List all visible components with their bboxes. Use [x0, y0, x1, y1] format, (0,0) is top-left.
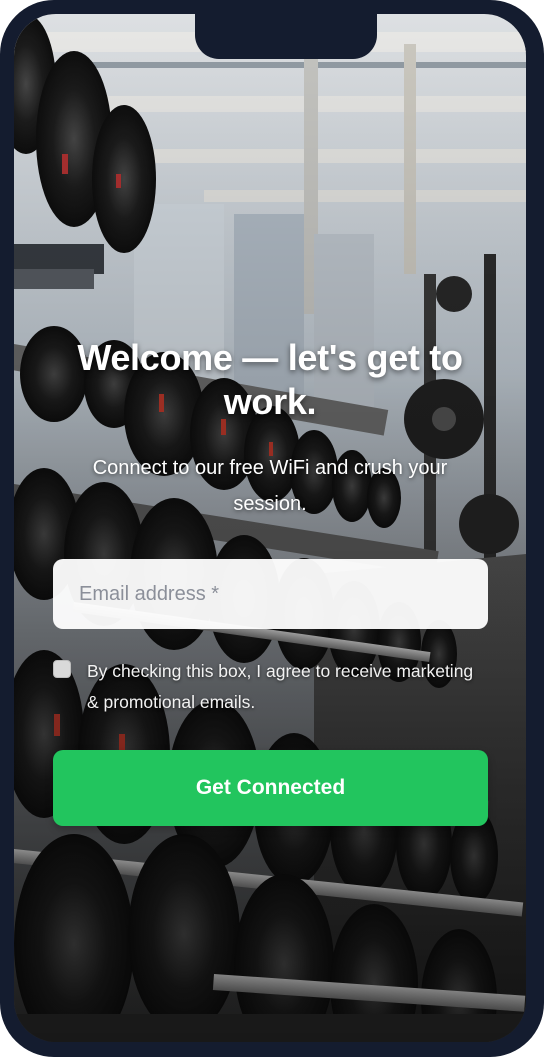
page-title: Welcome — let's get to work.	[77, 337, 463, 422]
captive-portal-screen: Welcome — let's get to work. Connect to …	[14, 14, 526, 1042]
marketing-consent-label: By checking this box, I agree to receive…	[87, 661, 474, 712]
marketing-consent-checkbox[interactable]	[53, 660, 71, 678]
page-subtitle: Connect to our free WiFi and crush your …	[92, 457, 448, 515]
email-field[interactable]	[53, 559, 488, 629]
portal-content: Welcome — let's get to work. Connect to …	[14, 14, 526, 1042]
phone-notch	[195, 14, 377, 59]
get-connected-button[interactable]: Get Connected	[53, 750, 488, 826]
phone-frame: Welcome — let's get to work. Connect to …	[0, 0, 544, 1057]
